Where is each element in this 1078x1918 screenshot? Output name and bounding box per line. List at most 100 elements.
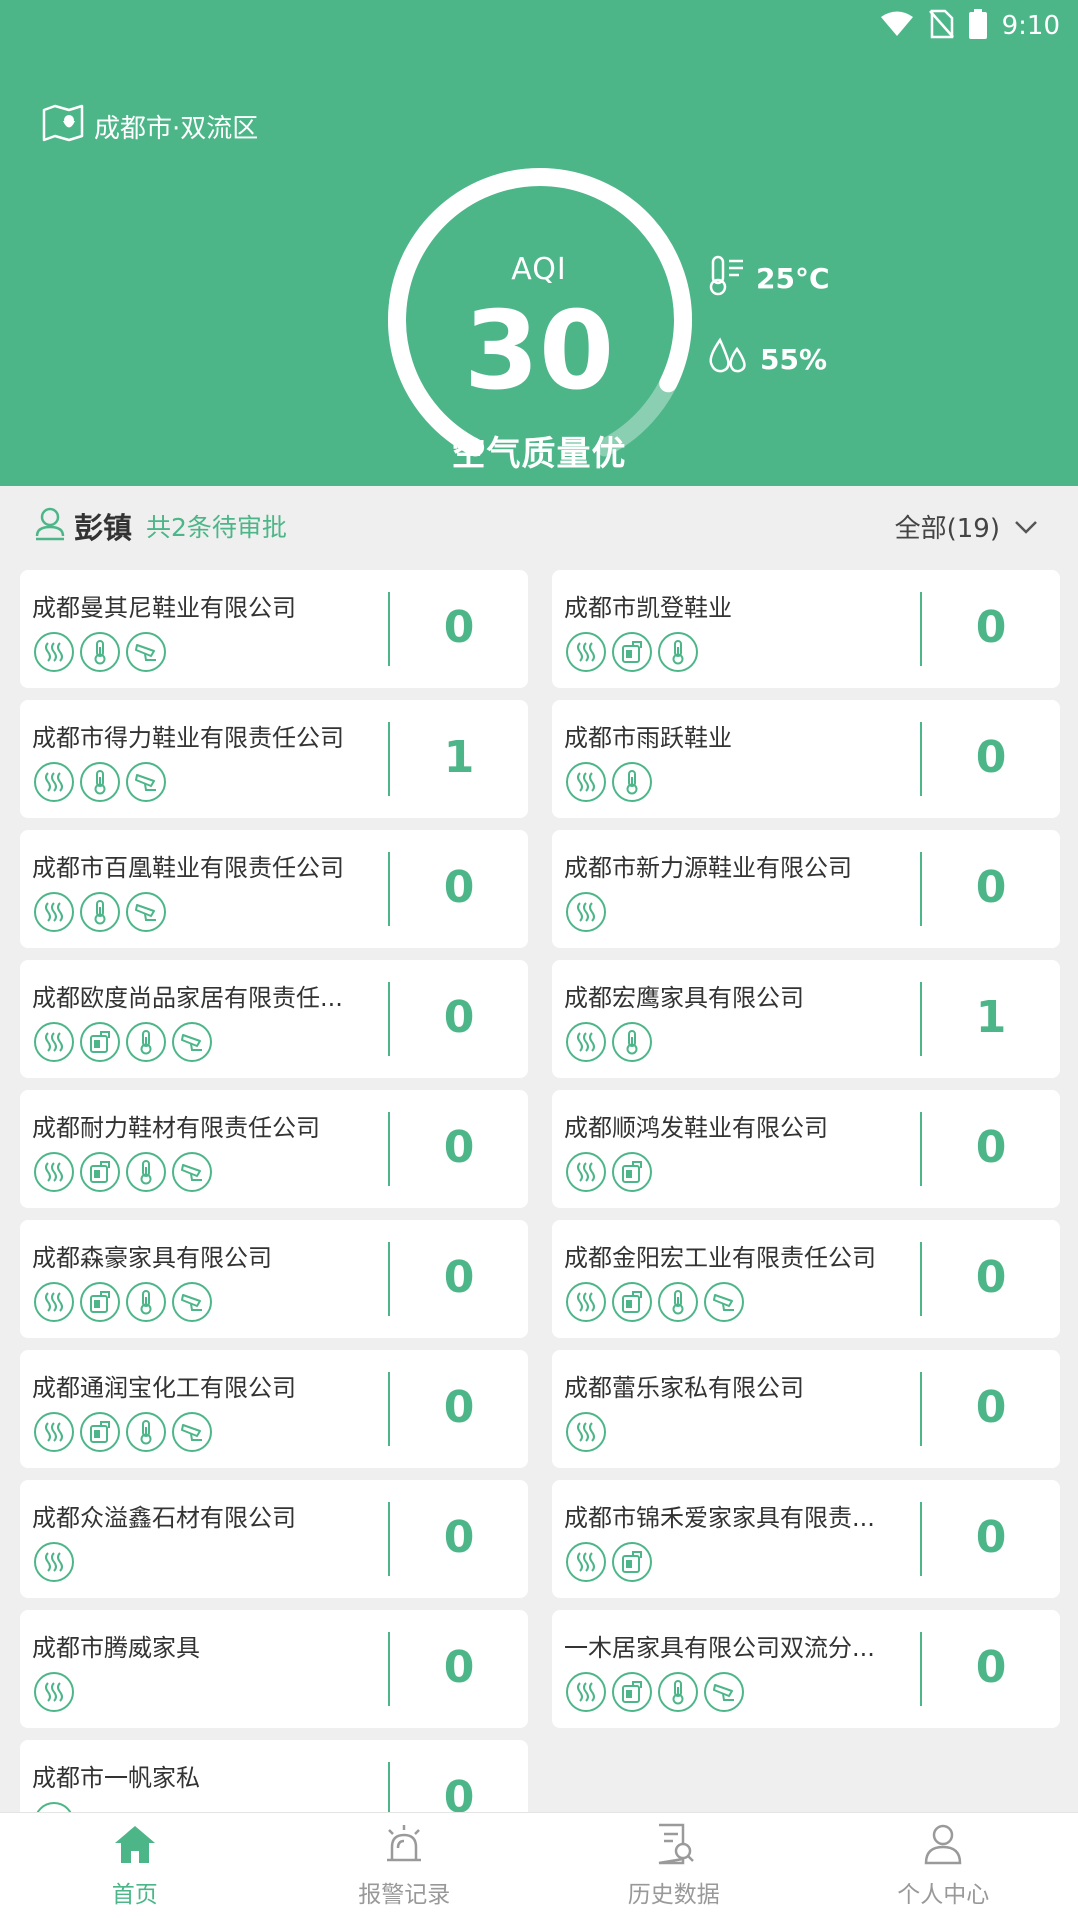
alert-count: 0 xyxy=(443,862,475,913)
header: 9:10 成都市·双流区 AQI 30 空气质量优 25°C 55% xyxy=(0,0,1078,486)
camera-icon xyxy=(126,762,166,802)
alert-count: 0 xyxy=(975,732,1007,783)
device-icons xyxy=(566,1672,744,1712)
company-card[interactable]: 成都森豪家具有限公司 0 xyxy=(20,1220,528,1338)
company-card[interactable]: 一木居家具有限公司双流分... 0 xyxy=(552,1610,1060,1728)
company-name: 成都市锦禾爱家家具有限责... xyxy=(564,1504,875,1532)
device-icons xyxy=(566,1152,652,1192)
nav-item[interactable]: 个人中心 xyxy=(809,1813,1078,1918)
device-icons xyxy=(566,762,652,802)
alert-count: 0 xyxy=(443,602,475,653)
thermometer-icon xyxy=(658,1672,698,1712)
company-card[interactable]: 成都市雨跃鞋业 0 xyxy=(552,700,1060,818)
company-name: 成都市凯登鞋业 xyxy=(564,594,732,622)
company-card[interactable]: 成都欧度尚品家居有限责任... 0 xyxy=(20,960,528,1078)
alert-count: 1 xyxy=(975,992,1007,1043)
section-bar: 彭镇 共2条待审批 全部(19) xyxy=(0,486,1078,566)
temperature: 25°C xyxy=(706,254,830,303)
company-card[interactable]: 成都市腾威家具 0 xyxy=(20,1610,528,1728)
town-name: 彭镇 xyxy=(74,511,133,545)
temperature-value: 25°C xyxy=(756,262,830,295)
company-name: 成都市新力源鞋业有限公司 xyxy=(564,854,852,882)
thermometer-icon xyxy=(80,632,120,672)
thermometer-icon xyxy=(126,1282,166,1322)
alert-count: 0 xyxy=(975,1512,1007,1563)
user-icon xyxy=(920,1823,966,1871)
aqi-value: 30 xyxy=(463,289,615,414)
company-name: 成都众溢鑫石材有限公司 xyxy=(32,1504,296,1532)
chevron-down-icon xyxy=(1014,512,1038,542)
company-name: 成都市得力鞋业有限责任公司 xyxy=(32,724,344,752)
company-list: 成都曼其尼鞋业有限公司 0 成都市凯登鞋业 0 成都市得力鞋业有限责任公司 1 成都市雨跃鞋… xyxy=(20,570,1060,1858)
company-card[interactable]: 成都金阳宏工业有限责任公司 0 xyxy=(552,1220,1060,1338)
nav-label: 历史数据 xyxy=(627,1881,720,1908)
camera-icon xyxy=(172,1022,212,1062)
nav-item[interactable]: 首页 xyxy=(0,1813,270,1918)
exhaust-icon xyxy=(34,1542,74,1582)
humidity: 55% xyxy=(706,336,827,383)
company-name: 成都曼其尼鞋业有限公司 xyxy=(32,594,296,622)
location[interactable]: 成都市·双流区 xyxy=(42,104,258,149)
battery-icon xyxy=(968,9,988,43)
exhaust-icon xyxy=(566,1282,606,1322)
meter-icon xyxy=(80,1022,120,1062)
location-label: 成都市·双流区 xyxy=(94,114,259,144)
meter-icon xyxy=(80,1152,120,1192)
company-card[interactable]: 成都市得力鞋业有限责任公司 1 xyxy=(20,700,528,818)
alert-count: 0 xyxy=(443,1252,475,1303)
exhaust-icon xyxy=(566,1022,606,1062)
company-card[interactable]: 成都顺鸿发鞋业有限公司 0 xyxy=(552,1090,1060,1208)
thermometer-icon xyxy=(658,1282,698,1322)
humidity-value: 55% xyxy=(760,343,828,376)
company-card[interactable]: 成都曼其尼鞋业有限公司 0 xyxy=(20,570,528,688)
company-card[interactable]: 成都市锦禾爱家家具有限责... 0 xyxy=(552,1480,1060,1598)
device-icons xyxy=(566,1412,606,1452)
company-name: 成都市腾威家具 xyxy=(32,1634,200,1662)
alert-count: 0 xyxy=(975,1642,1007,1693)
company-name: 成都金阳宏工业有限责任公司 xyxy=(564,1244,876,1272)
nav-item[interactable]: 历史数据 xyxy=(539,1813,809,1918)
camera-icon xyxy=(126,632,166,672)
alert-count: 0 xyxy=(975,602,1007,653)
exhaust-icon xyxy=(566,1542,606,1582)
company-name: 成都顺鸿发鞋业有限公司 xyxy=(564,1114,828,1142)
exhaust-icon xyxy=(34,1152,74,1192)
meter-icon xyxy=(612,1152,652,1192)
filter-dropdown[interactable]: 全部(19) xyxy=(895,508,1038,545)
nav-label: 报警记录 xyxy=(358,1881,451,1908)
camera-icon xyxy=(704,1282,744,1322)
alert-count: 0 xyxy=(443,1642,475,1693)
company-name: 成都市雨跃鞋业 xyxy=(564,724,732,752)
company-card[interactable]: 成都耐力鞋材有限责任公司 0 xyxy=(20,1090,528,1208)
exhaust-icon xyxy=(34,892,74,932)
company-card[interactable]: 成都通润宝化工有限公司 0 xyxy=(20,1350,528,1468)
exhaust-icon xyxy=(566,1672,606,1712)
device-icons xyxy=(34,1412,212,1452)
aqi-label: AQI xyxy=(511,252,567,287)
meter-icon xyxy=(612,1542,652,1582)
exhaust-icon xyxy=(34,1672,74,1712)
device-icons xyxy=(34,1672,74,1712)
company-card[interactable]: 成都宏鹰家具有限公司 1 xyxy=(552,960,1060,1078)
company-card[interactable]: 成都市百凰鞋业有限责任公司 0 xyxy=(20,830,528,948)
alert-count: 0 xyxy=(975,1382,1007,1433)
thermometer-icon xyxy=(126,1152,166,1192)
company-card[interactable]: 成都众溢鑫石材有限公司 0 xyxy=(20,1480,528,1598)
nav-item[interactable]: 报警记录 xyxy=(270,1813,540,1918)
nav-label: 个人中心 xyxy=(897,1881,990,1908)
device-icons xyxy=(566,1282,744,1322)
meter-icon xyxy=(80,1282,120,1322)
exhaust-icon xyxy=(34,1412,74,1452)
home-icon xyxy=(112,1823,158,1871)
thermometer-icon xyxy=(80,892,120,932)
company-name: 成都市一帆家私 xyxy=(32,1764,200,1792)
company-card[interactable]: 成都市凯登鞋业 0 xyxy=(552,570,1060,688)
device-icons xyxy=(566,632,698,672)
pending-approvals[interactable]: 共2条待审批 xyxy=(146,508,287,544)
device-icons xyxy=(34,1542,74,1582)
device-icons xyxy=(566,1542,652,1582)
thermometer-icon xyxy=(80,762,120,802)
company-card[interactable]: 成都蕾乐家私有限公司 0 xyxy=(552,1350,1060,1468)
company-card[interactable]: 成都市新力源鞋业有限公司 0 xyxy=(552,830,1060,948)
exhaust-icon xyxy=(34,632,74,672)
